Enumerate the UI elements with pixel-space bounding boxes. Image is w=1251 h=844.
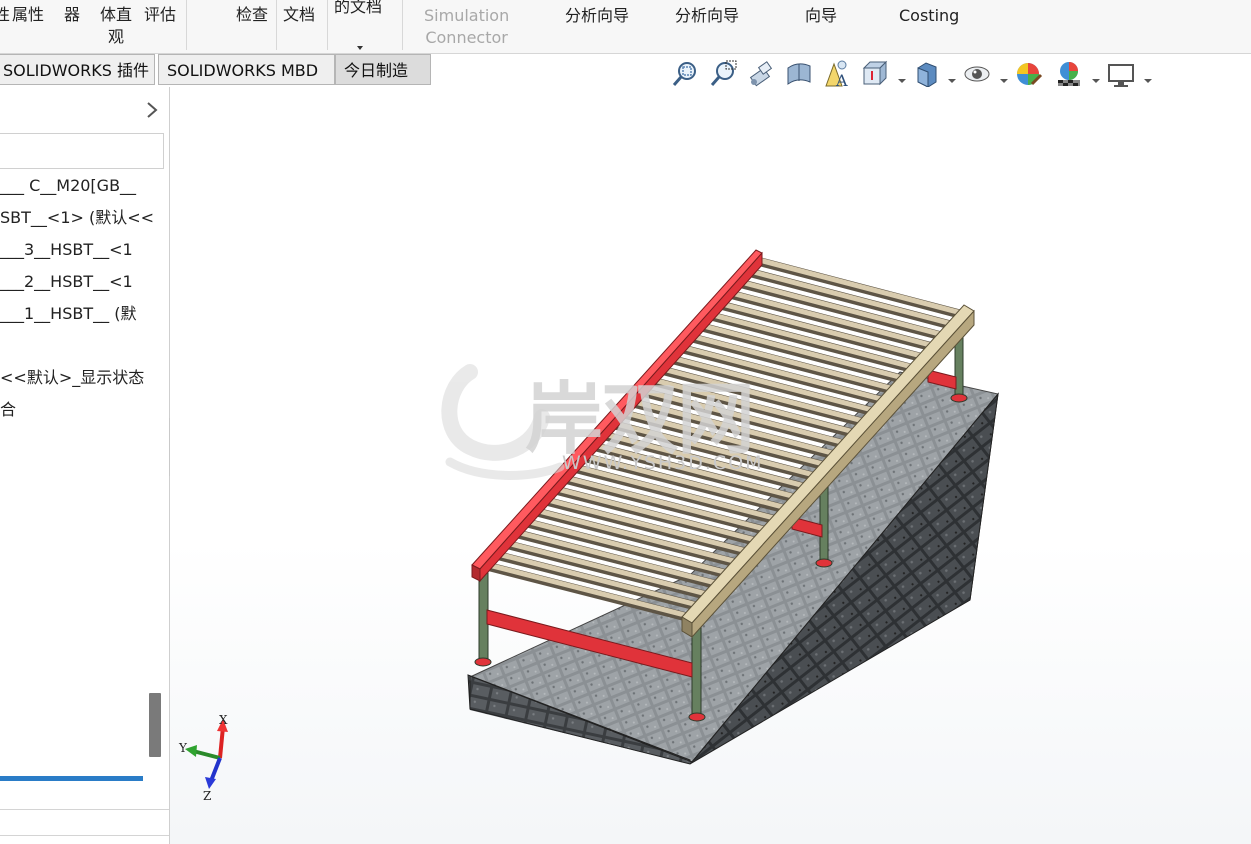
tab-solidworks-addins[interactable]: SOLIDWORKS 插件 [0, 54, 155, 85]
watermark-url: WWW.YSH3D.COM [562, 452, 764, 474]
reference-triad: X Y Z [177, 713, 247, 810]
axis-label-x: X [219, 713, 228, 727]
tree-item-component[interactable]: ___ C__M20[GB__ [0, 176, 136, 196]
wizard-button[interactable]: 向导 [805, 5, 837, 27]
tree-item-component[interactable]: ___2__HSBT__<1 [0, 272, 133, 292]
ribbon-button-documents[interactable]: 的文档 [334, 0, 382, 18]
tree-item-mates[interactable]: 合 [0, 400, 16, 420]
zoom-to-area-icon[interactable] [708, 58, 738, 90]
tree-scrollbar-thumb[interactable] [149, 693, 161, 757]
ribbon-button-partial-3[interactable]: 器 [64, 4, 80, 26]
ribbon-button-partial-1[interactable]: 性 [0, 4, 10, 26]
ribbon-button-check[interactable]: 检查 [236, 4, 268, 26]
tree-filter-input[interactable] [0, 133, 164, 169]
ribbon-button-properties[interactable]: 属性 [12, 4, 44, 26]
apply-scene-icon[interactable] [1054, 58, 1084, 90]
tree-rollback-bar[interactable] [0, 776, 143, 781]
panel-divider [0, 835, 169, 836]
zoom-to-fit-icon[interactable] [670, 58, 700, 90]
chevron-down-icon[interactable] [356, 36, 364, 50]
costing-button[interactable]: Costing [899, 5, 959, 27]
simulation-connector-button[interactable]: Simulation Connector [424, 5, 509, 49]
display-style-icon[interactable] [912, 58, 942, 90]
chevron-right-icon[interactable] [142, 99, 162, 121]
dynamic-annotation-icon[interactable]: A [822, 58, 852, 90]
tree-item-component[interactable]: ___3__HSBT__<1 [0, 240, 133, 260]
chevron-down-icon[interactable] [1092, 70, 1100, 83]
tab-today-manufacturing[interactable]: 今日制造 [335, 54, 431, 85]
tree-item-component[interactable]: ___1__HSBT__ (默 [0, 304, 136, 324]
analysis-wizard-button-2[interactable]: 分析向导 [675, 5, 739, 27]
analysis-wizard-button-1[interactable]: 分析向导 [565, 5, 629, 27]
ribbon-button-evaluate[interactable]: 评估 [144, 4, 176, 26]
hide-show-items-icon[interactable] [962, 58, 992, 90]
chevron-down-icon[interactable] [1144, 70, 1152, 83]
ribbon-separator [402, 0, 403, 50]
section-view-icon[interactable] [784, 58, 814, 90]
tab-solidworks-mbd[interactable]: SOLIDWORKS MBD [158, 54, 335, 85]
tree-item-component[interactable]: SBT__<1> (默认<< [0, 208, 154, 228]
panel-divider [0, 809, 169, 810]
ribbon-button-partial-4[interactable]: 体直 观 [100, 4, 132, 48]
ribbon-separator [186, 0, 187, 50]
axis-label-z: Z [203, 789, 212, 803]
chevron-down-icon[interactable] [948, 70, 956, 83]
axis-label-y: Y [179, 741, 187, 755]
command-manager-ribbon: 性 属性 器 体直 观 评估 检查 文档 的文档 Simulation Conn… [0, 0, 1251, 54]
view-settings-icon[interactable] [1106, 58, 1136, 90]
edit-appearance-icon[interactable] [1014, 58, 1044, 90]
tree-item-display-state[interactable]: <<默认>_显示状态 [0, 368, 144, 388]
ribbon-button-document[interactable]: 文档 [283, 4, 315, 26]
view-orientation-icon[interactable] [860, 58, 890, 90]
chevron-down-icon[interactable] [898, 70, 906, 83]
graphics-area[interactable]: 岸双网 WWW.YSH3D.COM X Y Z [170, 87, 1251, 844]
previous-view-icon[interactable] [746, 58, 776, 90]
ribbon-separator [327, 0, 328, 50]
ribbon-separator [276, 0, 277, 50]
chevron-down-icon[interactable] [1000, 70, 1008, 83]
heads-up-view-toolbar: A [668, 58, 1168, 90]
feature-manager-tree-panel: ___ C__M20[GB__ SBT__<1> (默认<< ___3__HSB… [0, 87, 170, 844]
